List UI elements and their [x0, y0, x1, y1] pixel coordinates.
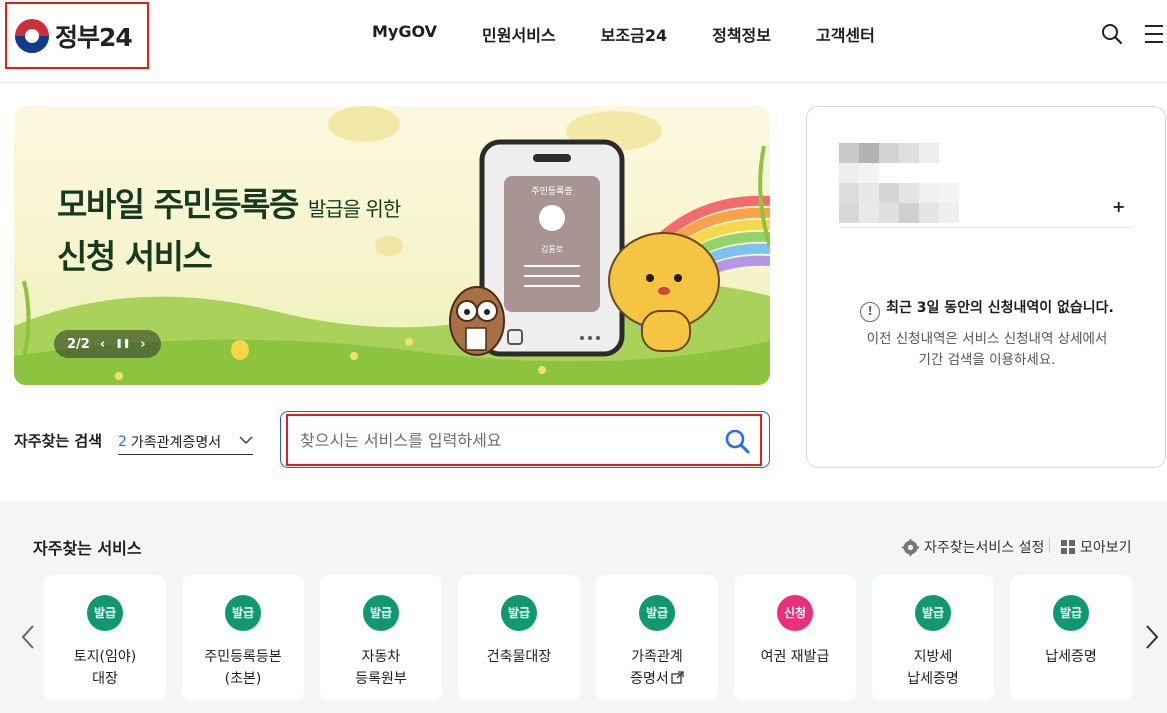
issue-badge: 발급 [363, 595, 399, 631]
notice-description: 이전 신청내역은 서비스 신청내역 상세에서 기간 검색을 이용하세요. [807, 329, 1167, 371]
service-card[interactable]: 발급 자동차 등록원부 [320, 575, 442, 701]
notice-title: 최근 3일 동안의 신청내역이 없습니다. [886, 300, 1114, 316]
banner-title-line1: 모바일 주민등록증 [57, 185, 299, 224]
service-card-label: 가족관계 증명서 [596, 646, 718, 690]
gear-icon [902, 538, 919, 556]
next-slide-icon[interactable]: › [140, 337, 145, 352]
site-logo[interactable]: 정부24 [5, 2, 149, 69]
chevron-down-icon [239, 436, 253, 445]
service-card[interactable]: 발급 건축물대장 [458, 575, 580, 701]
nav-policy-info[interactable]: 정책정보 [712, 22, 771, 46]
service-search-input[interactable] [300, 426, 700, 454]
main-banner[interactable]: 모바일 주민등록증 발급을 위한 신청 서비스 주민등록증 김통로 2/2 ‹ … [14, 106, 770, 385]
service-card-label: 납세증명 [1045, 649, 1097, 665]
service-cards: 발급 토지(임야) 대장 발급 주민등록등본 (초본) 발급 자동차 등록원부 … [44, 575, 1148, 701]
grid-icon [1061, 540, 1075, 554]
frequent-search-select[interactable]: 2 가족관계증명서 [118, 429, 253, 455]
service-card[interactable]: 발급 주민등록등본 (초본) [182, 575, 304, 701]
logo-text: 정부24 [55, 22, 133, 52]
banner-page-indicator: 2/2 [67, 336, 90, 352]
service-card-label: 건축물대장 [486, 649, 552, 665]
apply-badge: 신청 [777, 595, 813, 631]
divider [1049, 537, 1050, 553]
banner-title-sub: 발급을 위한 [307, 197, 401, 221]
taegeuk-emblem-icon [15, 18, 49, 53]
service-card[interactable]: 신청 여권 재발급 [734, 575, 856, 701]
panel-divider [841, 227, 1131, 228]
frequent-search-label: 자주찾는 검색 [14, 432, 103, 450]
nav-mygov[interactable]: MyGOV [372, 22, 437, 46]
blurred-user-info [839, 143, 959, 223]
phone-card-name: 김통로 [540, 245, 564, 254]
issue-badge: 발급 [501, 595, 537, 631]
nav-civil-service[interactable]: 민원서비스 [482, 22, 556, 46]
service-card[interactable]: 발급 지방세 납세증명 [872, 575, 994, 701]
service-card-label: 토지(임야) 대장 [73, 649, 137, 687]
view-all-label: 모아보기 [1080, 540, 1132, 556]
pause-icon[interactable]: ❚❚ [115, 339, 130, 349]
issue-badge: 발급 [225, 595, 261, 631]
site-header: 정부24 MyGOV 민원서비스 보조금24 정책정보 고객센터 [0, 0, 1167, 83]
expand-plus-button[interactable]: + [1112, 197, 1125, 216]
keyword-rank: 2 [118, 433, 127, 450]
issue-badge: 발급 [87, 595, 123, 631]
service-card-label: 자동차 등록원부 [355, 649, 407, 687]
nav-customer-center[interactable]: 고객센터 [816, 22, 875, 46]
search-icon[interactable] [1100, 22, 1124, 46]
service-settings-link[interactable]: 자주찾는서비스 설정 [902, 537, 1044, 557]
service-card[interactable]: 발급 토지(임야) 대장 [44, 575, 166, 701]
service-card[interactable]: 발급 가족관계 증명서 [596, 575, 718, 701]
phone-card-title: 주민등록증 [531, 187, 573, 197]
chevron-left-icon[interactable] [20, 624, 36, 650]
issue-badge: 발급 [915, 595, 951, 631]
issue-badge: 발급 [639, 595, 675, 631]
service-card[interactable]: 발급 납세증명 [1010, 575, 1132, 701]
notice-line1: 이전 신청내역은 서비스 신청내역 상세에서 [866, 331, 1108, 347]
external-link-icon [671, 671, 684, 684]
issue-badge: 발급 [1053, 595, 1089, 631]
exclamation-icon: ! [860, 302, 881, 322]
notice-line2: 기간 검색을 이용하세요. [918, 352, 1056, 368]
settings-label: 자주찾는서비스 설정 [924, 540, 1045, 556]
frequent-services-section: 자주찾는 서비스 자주찾는서비스 설정 모아보기 발급 토지(임야) 대장 발급… [0, 502, 1167, 713]
nav-subsidy24[interactable]: 보조금24 [601, 22, 667, 46]
main-nav: MyGOV 민원서비스 보조금24 정책정보 고객센터 [372, 22, 920, 46]
service-card-label: 주민등록등본 (초본) [204, 649, 282, 687]
prev-slide-icon[interactable]: ‹ [100, 337, 105, 352]
service-card-label: 여권 재발급 [760, 649, 830, 665]
section-title: 자주찾는 서비스 [33, 539, 142, 558]
service-card-label: 지방세 납세증명 [907, 649, 959, 687]
banner-controls: 2/2 ‹ ❚❚ › [54, 330, 161, 358]
view-all-link[interactable]: 모아보기 [1061, 537, 1132, 557]
hamburger-menu-icon[interactable] [1143, 23, 1165, 45]
my-application-panel: + ! 최근 3일 동안의 신청내역이 없습니다. 이전 신청내역은 서비스 신청… [806, 106, 1166, 468]
search-submit-icon[interactable] [724, 428, 750, 454]
banner-title-line2: 신청 서비스 [57, 237, 213, 276]
keyword-text: 가족관계증명서 [130, 434, 222, 451]
no-history-notice: ! 최근 3일 동안의 신청내역이 없습니다. [807, 297, 1167, 322]
banner-title: 모바일 주민등록증 발급을 위한 신청 서비스 [57, 181, 401, 281]
